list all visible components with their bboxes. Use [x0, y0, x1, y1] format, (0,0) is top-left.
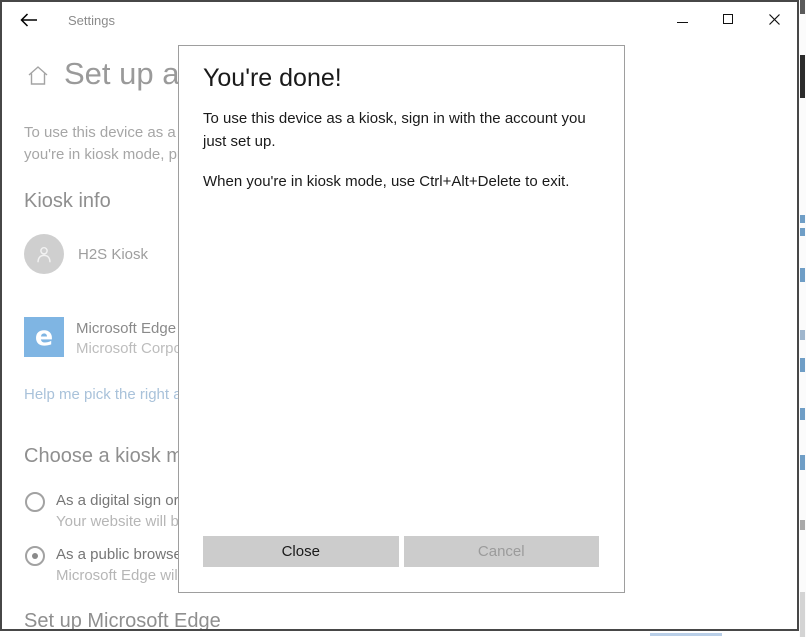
person-icon [33, 243, 55, 265]
radio-option-sublabel: Your website will be [56, 513, 187, 530]
sliver-fragment [800, 215, 805, 223]
sliver-fragment [800, 268, 805, 282]
youre-done-dialog: You're done! To use this device as a kio… [178, 45, 625, 593]
kiosk-account-name: H2S Kiosk [78, 246, 148, 263]
radio-option-label[interactable]: As a public browser [56, 546, 187, 563]
page-intro-line2: you're in kiosk mode, pre [24, 144, 191, 166]
kiosk-info-heading: Kiosk info [24, 190, 111, 213]
back-button[interactable] [10, 4, 48, 36]
sliver-fragment [800, 55, 805, 98]
radio-option-sublabel: Microsoft Edge will [56, 567, 181, 584]
back-arrow-icon [20, 13, 38, 27]
edge-logo-icon: e [35, 323, 53, 350]
close-button[interactable] [751, 2, 797, 36]
titlebar[interactable]: Settings [2, 2, 797, 38]
minimize-icon [677, 22, 688, 23]
kiosk-app-publisher: Microsoft Corpo [76, 340, 182, 357]
sliver-fragment [800, 228, 805, 236]
page-intro: To use this device as a ki you're in kio… [24, 122, 191, 166]
sliver-fragment [800, 358, 805, 372]
sliver-fragment [650, 633, 722, 636]
maximize-icon [723, 14, 733, 24]
radio-option-label[interactable]: As a digital sign or i [56, 492, 186, 509]
sliver-fragment [800, 455, 805, 470]
dialog-button-row: Close Cancel [203, 536, 599, 567]
close-icon [769, 14, 780, 25]
kiosk-app-tile[interactable]: e [24, 317, 64, 357]
background-window-sliver [799, 0, 806, 637]
close-dialog-button[interactable]: Close [203, 536, 399, 567]
kiosk-app-name[interactable]: Microsoft Edge [76, 320, 176, 337]
radio-option-public-browser[interactable]: As a public browser Microsoft Edge will [24, 544, 184, 588]
radio-dot [32, 553, 38, 559]
dialog-title: You're done! [203, 64, 342, 93]
sliver-fragment [800, 330, 805, 340]
sliver-fragment [800, 0, 805, 14]
cancel-dialog-button: Cancel [404, 536, 600, 567]
home-icon [26, 64, 50, 93]
account-avatar [24, 234, 64, 274]
kiosk-mode-heading: Choose a kiosk m [24, 445, 183, 468]
help-pick-app-link[interactable]: Help me pick the right ap [24, 386, 190, 403]
radio-option-digital-sign[interactable]: As a digital sign or i Your website will… [24, 490, 184, 534]
settings-window: Set up a k To use this device as a ki yo… [0, 0, 806, 637]
radio-unselected-icon[interactable] [25, 492, 45, 512]
minimize-button[interactable] [659, 2, 705, 36]
sliver-fragment [800, 408, 805, 420]
sliver-fragment [800, 592, 805, 637]
maximize-button[interactable] [705, 2, 751, 36]
sliver-fragment [800, 520, 805, 530]
dialog-body-line1: To use this device as a kiosk, sign in w… [203, 107, 605, 153]
window-controls [659, 2, 797, 36]
setup-edge-heading: Set up Microsoft Edge [24, 610, 221, 633]
window-title: Settings [68, 13, 115, 28]
radio-selected-icon[interactable] [25, 546, 45, 566]
page-intro-line1: To use this device as a ki [24, 122, 191, 144]
background-bottom-sliver [0, 631, 799, 637]
dialog-body-line2: When you're in kiosk mode, use Ctrl+Alt+… [203, 170, 613, 193]
